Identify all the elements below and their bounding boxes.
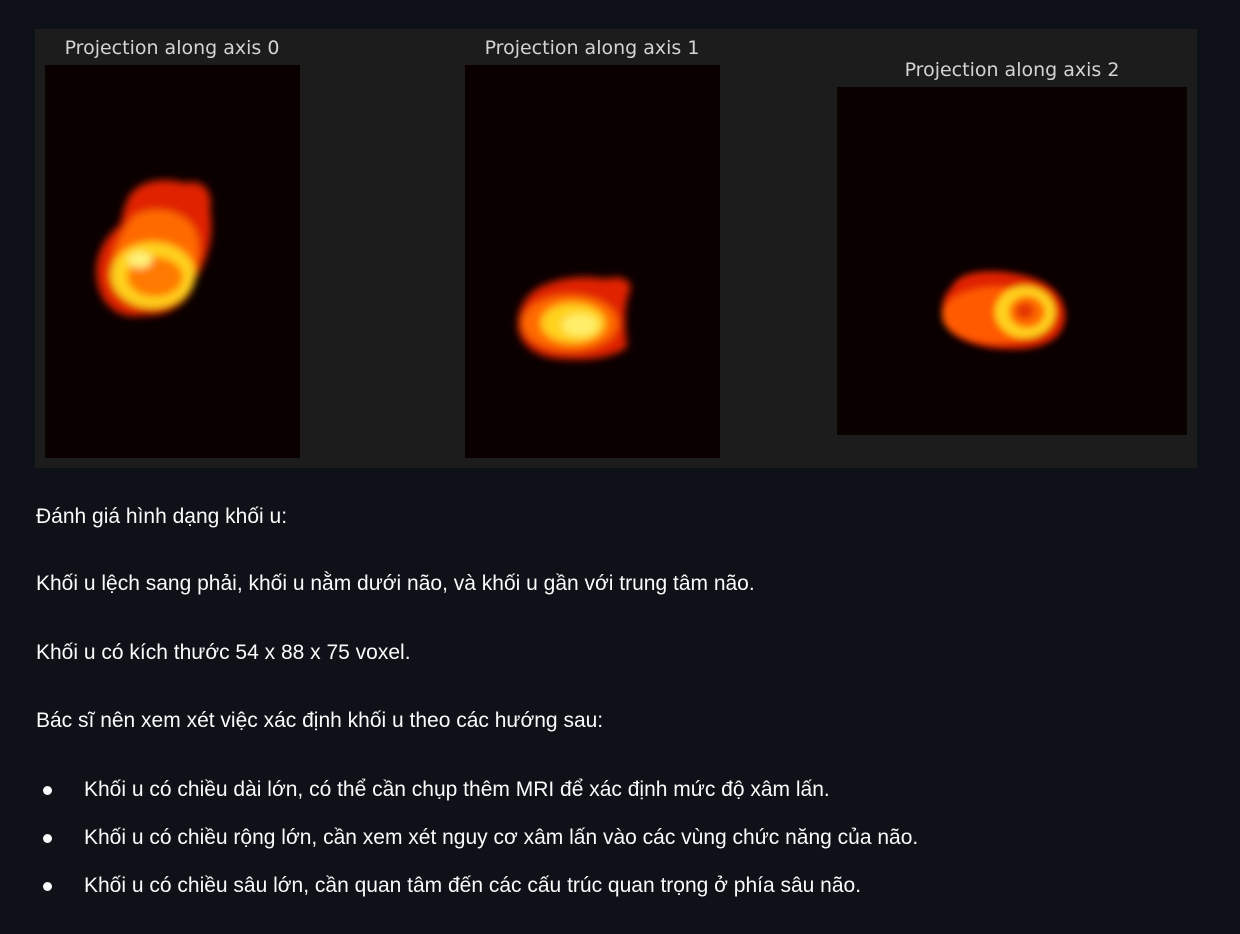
projection-image-axis-1	[465, 65, 720, 458]
bullet-icon	[43, 786, 52, 795]
recommendation-paragraph: Bác sĩ nên xem xét việc xác định khối u …	[36, 709, 604, 732]
list-item-text: Khối u có chiều sâu lớn, cần quan tâm đế…	[84, 874, 862, 897]
projection-figure: Projection along axis 0 Projection along…	[35, 29, 1197, 468]
size-paragraph: Khối u có kích thước 54 x 88 x 75 voxel.	[36, 641, 411, 664]
list-item-text: Khối u có chiều dài lớn, có thể cần chụp…	[84, 778, 830, 801]
projection-image-axis-2	[837, 87, 1187, 435]
panel-title-axis-1: Projection along axis 1	[484, 37, 700, 59]
panel-title-axis-2: Projection along axis 2	[904, 59, 1120, 81]
bullet-icon	[43, 834, 52, 843]
bullet-icon	[43, 882, 52, 891]
projection-image-axis-0	[45, 65, 300, 458]
list-item-text: Khối u có chiều rộng lớn, cần xem xét ng…	[84, 826, 919, 849]
panel-title-axis-0: Projection along axis 0	[64, 37, 280, 59]
assessment-heading: Đánh giá hình dạng khối u:	[36, 505, 288, 528]
location-paragraph: Khối u lệch sang phải, khối u nằm dưới n…	[36, 572, 755, 595]
